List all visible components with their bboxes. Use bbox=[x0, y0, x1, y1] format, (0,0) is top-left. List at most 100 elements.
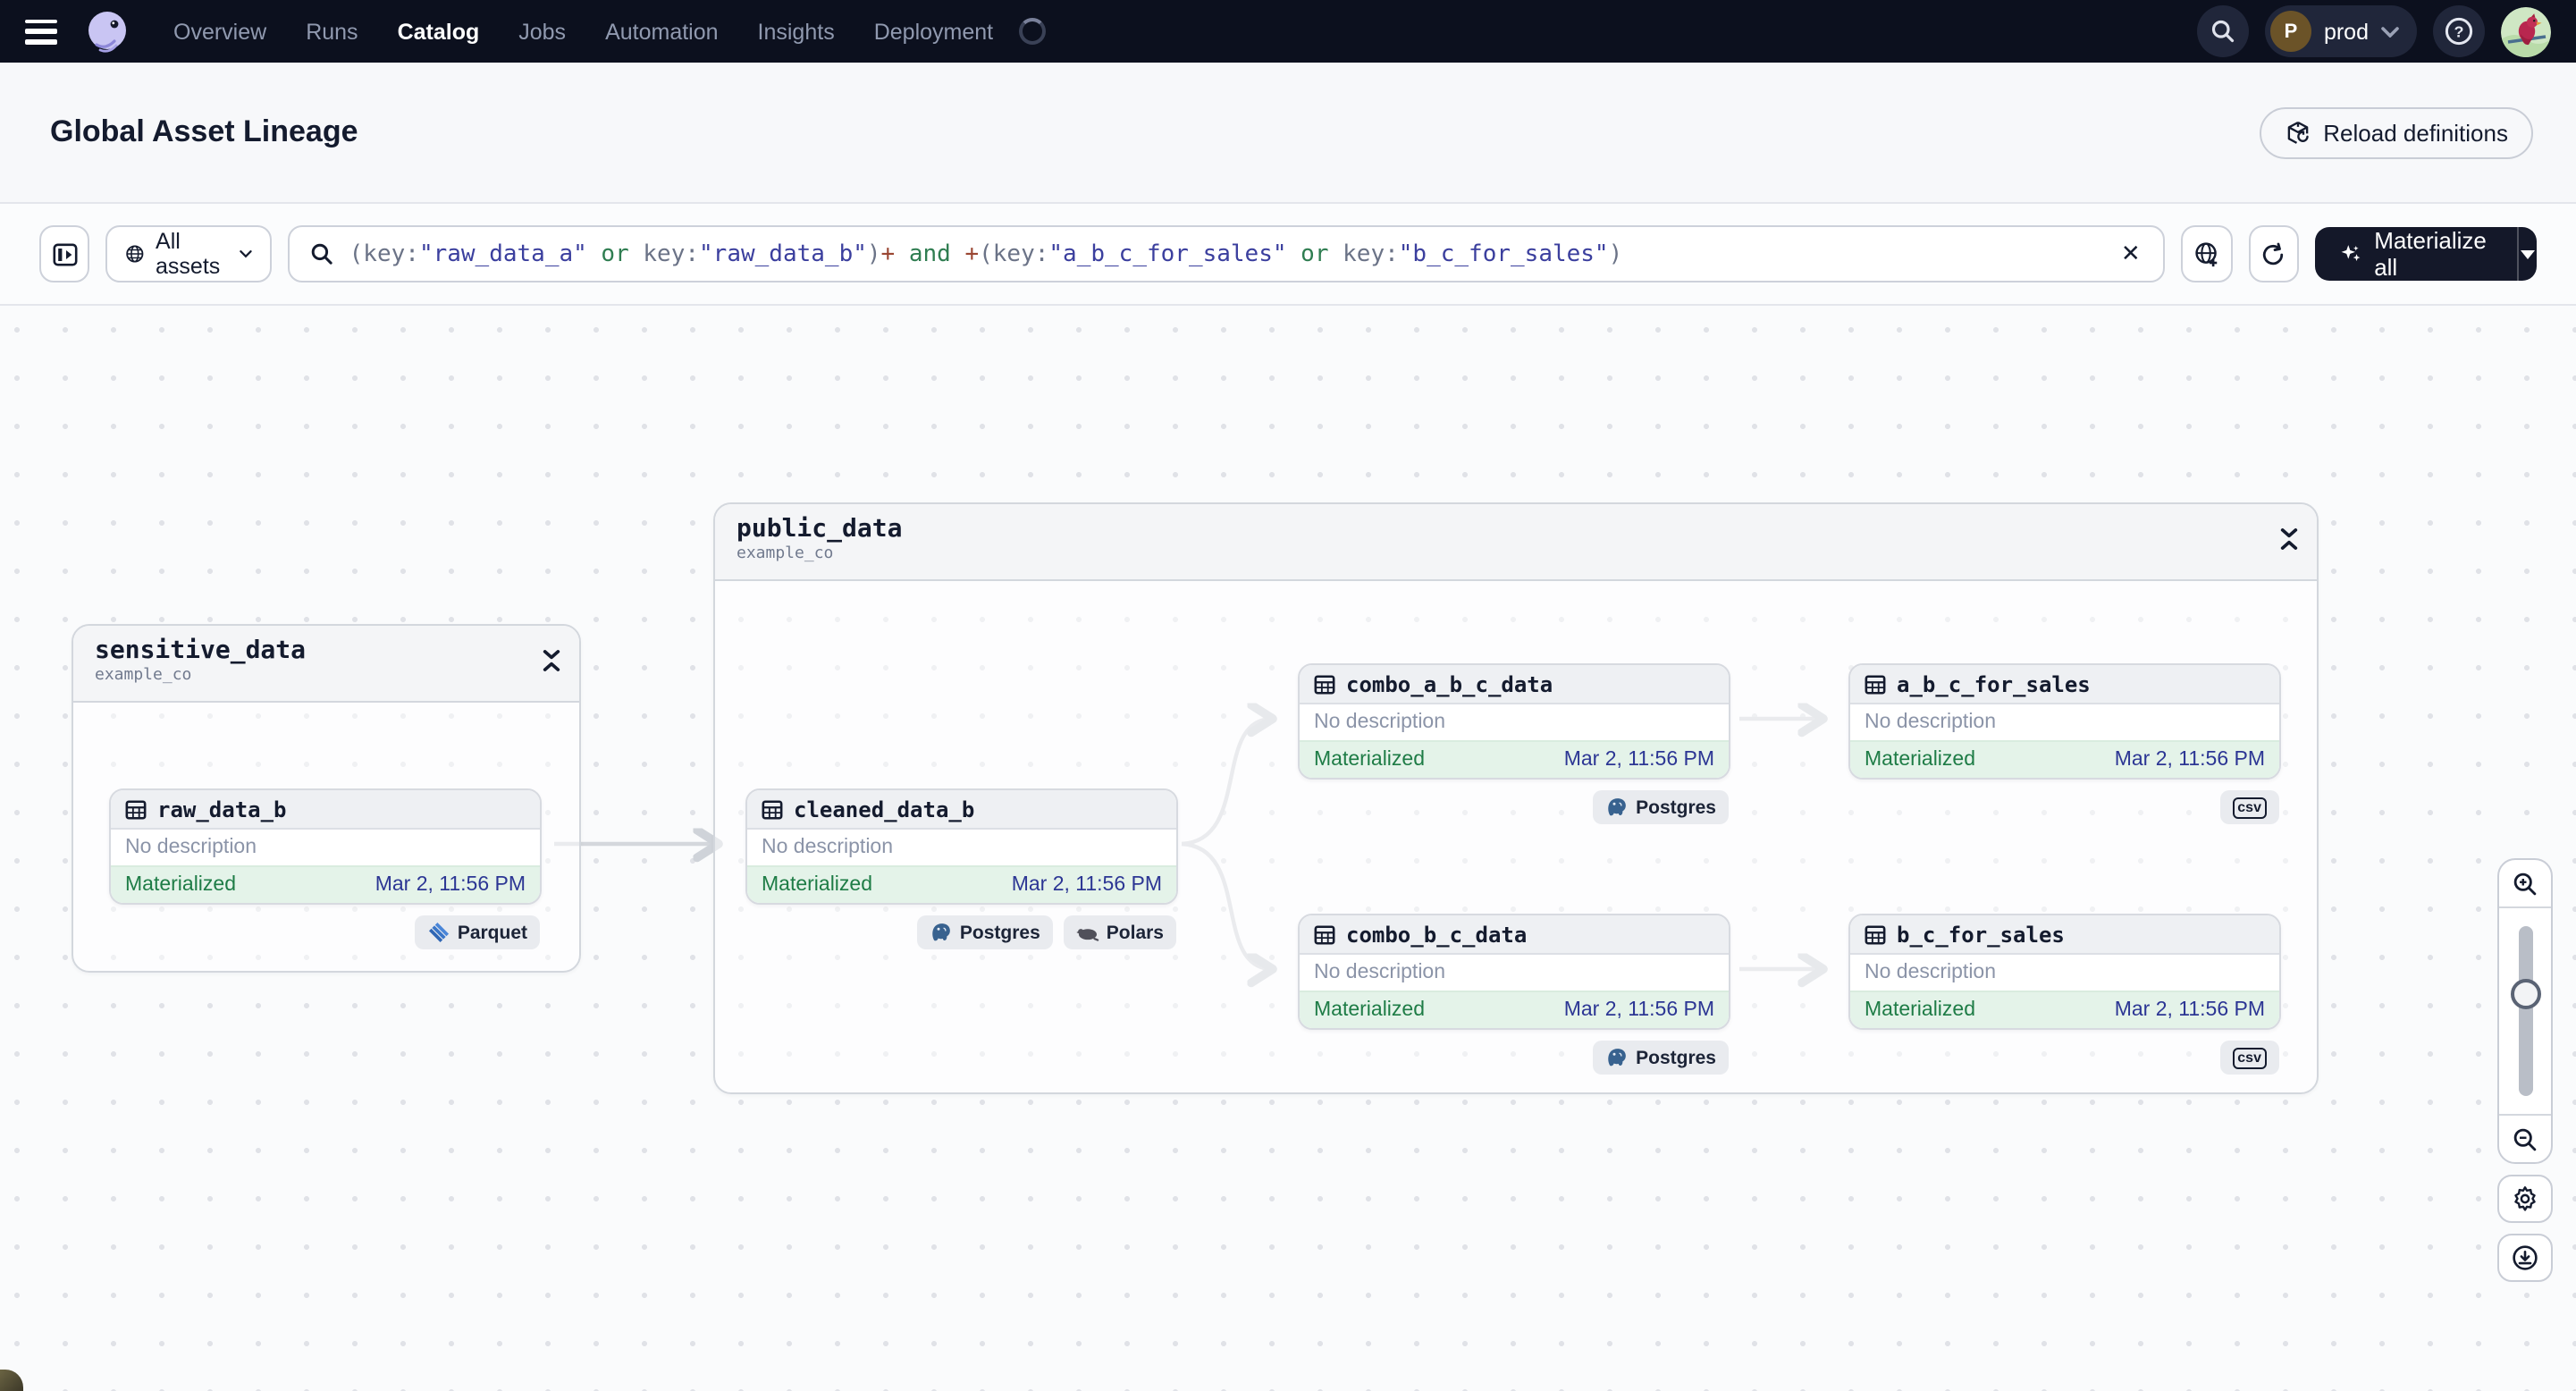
group-name: sensitive_data bbox=[95, 636, 307, 665]
table-icon bbox=[125, 799, 147, 819]
search-button[interactable] bbox=[2196, 5, 2249, 57]
csv-icon: csv bbox=[2232, 797, 2267, 818]
asset-search-input[interactable]: (key:"raw_data_a" or key:"raw_data_b")+ … bbox=[288, 225, 2166, 282]
lineage-canvas[interactable]: sensitive_data example_co public_data ex… bbox=[0, 306, 2576, 1391]
asset-description: No description bbox=[1850, 704, 2279, 740]
postgres-icon bbox=[1608, 1049, 1626, 1066]
tag-polars[interactable]: Polars bbox=[1063, 915, 1176, 949]
deployment-switcher[interactable]: P prod bbox=[2264, 5, 2417, 57]
tag-postgres[interactable]: Postgres bbox=[916, 915, 1053, 949]
asset-node[interactable]: b_c_for_sales No description Materialize… bbox=[1848, 914, 2281, 1075]
tag-csv[interactable]: csv bbox=[2219, 1041, 2279, 1075]
asset-tags: Postgres bbox=[1300, 790, 1729, 824]
globe-plus-icon bbox=[2195, 241, 2218, 266]
table-icon bbox=[1865, 674, 1886, 694]
asset-tags: Postgres bbox=[1300, 1041, 1729, 1075]
group-name: public_data bbox=[737, 515, 903, 544]
page-title: Global Asset Lineage bbox=[50, 114, 358, 148]
chevron-down-icon bbox=[240, 250, 253, 258]
materialization-timestamp[interactable]: Mar 2, 11:56 PM bbox=[2115, 749, 2265, 771]
tag-label: Postgres bbox=[959, 922, 1040, 943]
reload-definitions-label: Reload definitions bbox=[2323, 119, 2508, 146]
zoom-slider[interactable] bbox=[2499, 906, 2551, 1116]
asset-name: combo_b_c_data bbox=[1346, 922, 1528, 947]
menu-icon[interactable] bbox=[25, 19, 57, 44]
materialize-all-split-button: Materialize all bbox=[2314, 227, 2537, 281]
tag-postgres[interactable]: Postgres bbox=[1593, 1041, 1729, 1075]
reload-definitions-button[interactable]: Reload definitions bbox=[2259, 106, 2533, 158]
materialize-options-button[interactable] bbox=[2517, 227, 2537, 281]
asset-node[interactable]: cleaned_data_b No description Materializ… bbox=[745, 788, 1178, 949]
filter-globe-button[interactable] bbox=[2181, 225, 2233, 282]
asset-node[interactable]: combo_b_c_data No description Materializ… bbox=[1298, 914, 1730, 1075]
help-button[interactable]: ? bbox=[2433, 5, 2485, 57]
status-badge: Materialized bbox=[1865, 749, 1975, 771]
cardinal-bird-avatar-icon bbox=[2501, 6, 2551, 56]
asset-node[interactable]: raw_data_b No description Materialized M… bbox=[109, 788, 542, 949]
asset-name: b_c_for_sales bbox=[1897, 922, 2065, 947]
csv-icon: csv bbox=[2232, 1047, 2267, 1068]
asset-status-row: Materialized Mar 2, 11:56 PM bbox=[111, 865, 540, 903]
group-header[interactable]: sensitive_data example_co bbox=[73, 626, 579, 703]
graph-settings-button[interactable] bbox=[2497, 1175, 2553, 1223]
nav-item-overview[interactable]: Overview bbox=[173, 19, 266, 44]
svg-text:?: ? bbox=[2454, 23, 2464, 41]
deployment-initial: P bbox=[2269, 11, 2311, 52]
nav-item-insights[interactable]: Insights bbox=[758, 19, 835, 44]
table-icon bbox=[1314, 924, 1335, 944]
asset-description: No description bbox=[1850, 955, 2279, 991]
materialization-timestamp[interactable]: Mar 2, 11:56 PM bbox=[375, 874, 526, 896]
tag-label: Postgres bbox=[1636, 797, 1716, 818]
nav-item-catalog[interactable]: Catalog bbox=[398, 19, 480, 44]
gear-icon bbox=[2514, 1186, 2536, 1211]
status-badge: Materialized bbox=[762, 874, 872, 896]
tag-postgres[interactable]: Postgres bbox=[1593, 790, 1729, 824]
materialize-all-button[interactable]: Materialize all bbox=[2314, 227, 2516, 281]
open-sidebar-button[interactable] bbox=[39, 225, 90, 282]
group-header[interactable]: public_data example_co bbox=[715, 504, 2317, 581]
asset-name: a_b_c_for_sales bbox=[1897, 671, 2091, 696]
download-button[interactable] bbox=[2497, 1234, 2553, 1282]
caret-down-icon bbox=[2520, 249, 2534, 258]
nav-item-jobs[interactable]: Jobs bbox=[518, 19, 566, 44]
nav-item-runs[interactable]: Runs bbox=[306, 19, 358, 44]
nav-item-deployment[interactable]: Deployment bbox=[874, 19, 993, 44]
asset-description: No description bbox=[1300, 704, 1729, 740]
tag-label: Parquet bbox=[457, 922, 527, 943]
refresh-button[interactable] bbox=[2248, 225, 2299, 282]
tag-csv[interactable]: csv bbox=[2219, 790, 2279, 824]
sparkles-icon bbox=[2341, 244, 2360, 260]
asset-status-row: Materialized Mar 2, 11:56 PM bbox=[747, 865, 1176, 903]
nav-item-automation[interactable]: Automation bbox=[605, 19, 718, 44]
tag-label: Postgres bbox=[1636, 1047, 1716, 1068]
asset-scope-dropdown[interactable]: All assets bbox=[105, 225, 273, 282]
zoom-in-button[interactable] bbox=[2499, 860, 2551, 906]
nav-menu: Overview Runs Catalog Jobs Automation In… bbox=[173, 18, 1046, 45]
download-icon bbox=[2513, 1245, 2538, 1270]
zoom-slider-track[interactable] bbox=[2518, 926, 2532, 1096]
lineage-toolbar: All assets (key:"raw_data_a" or key:"raw… bbox=[0, 204, 2576, 306]
asset-node[interactable]: a_b_c_for_sales No description Materiali… bbox=[1848, 663, 2281, 824]
zoom-slider-thumb[interactable] bbox=[2510, 979, 2540, 1009]
status-badge: Materialized bbox=[125, 874, 236, 896]
group-location: example_co bbox=[737, 545, 834, 563]
zoom-out-button[interactable] bbox=[2499, 1116, 2551, 1162]
collapse-icon[interactable] bbox=[542, 649, 561, 672]
tag-parquet[interactable]: Parquet bbox=[414, 915, 540, 949]
dagster-logo-icon[interactable] bbox=[84, 8, 130, 55]
asset-tags: csv bbox=[1850, 790, 2279, 824]
materialize-all-label: Materialize all bbox=[2374, 227, 2487, 281]
asset-status-row: Materialized Mar 2, 11:56 PM bbox=[1300, 740, 1729, 778]
materialization-timestamp[interactable]: Mar 2, 11:56 PM bbox=[1564, 749, 1714, 771]
collapse-icon[interactable] bbox=[2279, 527, 2299, 551]
deployment-label: prod bbox=[2323, 19, 2369, 44]
clear-query-button[interactable]: ✕ bbox=[2117, 240, 2144, 268]
user-avatar[interactable] bbox=[2501, 6, 2551, 56]
polars-icon bbox=[1076, 929, 1099, 941]
asset-node[interactable]: combo_a_b_c_data No description Material… bbox=[1298, 663, 1730, 824]
materialization-timestamp[interactable]: Mar 2, 11:56 PM bbox=[1564, 999, 1714, 1021]
postgres-icon bbox=[932, 923, 950, 941]
materialization-timestamp[interactable]: Mar 2, 11:56 PM bbox=[1012, 874, 1162, 896]
question-icon: ? bbox=[2445, 17, 2473, 46]
materialization-timestamp[interactable]: Mar 2, 11:56 PM bbox=[2115, 999, 2265, 1021]
